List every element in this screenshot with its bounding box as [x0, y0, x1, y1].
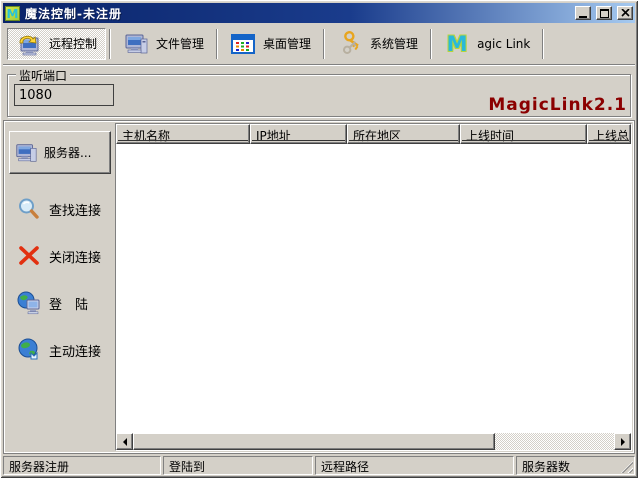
toolbar-separator: [216, 29, 218, 59]
sidebar-item-label: 主动连接: [49, 341, 101, 360]
status-panel-server-count: 服务器数: [516, 456, 635, 475]
top-panel: 监听端口 MagicLink2.1: [3, 65, 635, 120]
close-icon: [621, 9, 630, 17]
list-header: 主机名称 IP地址 所在地区 上线时间 上线总: [116, 124, 631, 144]
arrow-right-icon: [621, 438, 629, 446]
magic-link-icon: M: [444, 31, 470, 57]
titlebar[interactable]: M 魔法控制-未注册: [3, 3, 635, 23]
sidebar-item-login[interactable]: 登 陆: [17, 291, 115, 315]
toolbar-button-magic-link[interactable]: M agic Link: [435, 28, 539, 60]
scrollbar-thumb[interactable]: [133, 433, 495, 450]
sidebar-item-label: 查找连接: [49, 200, 101, 219]
minimize-button[interactable]: [575, 6, 591, 20]
sidebar-item-label: 关闭连接: [49, 247, 101, 266]
arrow-left-icon: [119, 438, 127, 446]
minimize-icon: [579, 16, 587, 18]
server-icon: [14, 141, 38, 165]
toolbar-button-label: 系统管理: [370, 35, 418, 52]
toolbar-button-desktop-manager[interactable]: 桌面管理: [221, 28, 320, 60]
horizontal-scrollbar[interactable]: [116, 433, 631, 450]
connection-list: 主机名称 IP地址 所在地区 上线时间 上线总: [115, 123, 632, 451]
column-header-online-time[interactable]: 上线时间: [460, 124, 587, 144]
active-connect-icon: [17, 338, 41, 362]
column-header-hostname[interactable]: 主机名称: [116, 124, 250, 144]
listen-port-label: 监听端口: [16, 67, 70, 84]
close-connection-icon: [17, 244, 41, 268]
scroll-right-button[interactable]: [614, 433, 631, 450]
toolbar-button-remote-control[interactable]: 远程控制: [7, 28, 106, 60]
toolbar-button-label: 桌面管理: [263, 35, 311, 52]
toolbar-button-file-manager[interactable]: 文件管理: [114, 28, 213, 60]
remote-control-icon: [16, 31, 42, 57]
toolbar-button-label: 文件管理: [156, 35, 204, 52]
status-panel-label: 服务器数: [522, 460, 570, 474]
status-bar: 服务器注册 登陆到 远程路径 服务器数: [3, 454, 635, 475]
system-manager-icon: [337, 31, 363, 57]
toolbar-separator: [430, 29, 432, 59]
list-body[interactable]: [116, 144, 631, 433]
status-panel-remote-path: 远程路径: [315, 456, 514, 475]
sidebar-item-close-connection[interactable]: 关闭连接: [17, 244, 115, 268]
sidebar-item-label: 服务器...: [44, 144, 91, 161]
toolbar-button-label: agic Link: [477, 37, 530, 51]
window-title: 魔法控制-未注册: [23, 5, 570, 22]
brand-text: MagicLink2.1: [488, 95, 627, 115]
file-manager-icon: [123, 31, 149, 57]
column-header-region[interactable]: 所在地区: [347, 124, 460, 144]
status-panel-server-register: 服务器注册: [3, 456, 161, 475]
main-toolbar: 远程控制 文件管理 桌面管理: [3, 23, 635, 65]
toolbar-separator: [323, 29, 325, 59]
sidebar-item-find-connection[interactable]: 查找连接: [17, 197, 115, 221]
close-button[interactable]: [617, 6, 633, 20]
scrollbar-track[interactable]: [495, 433, 614, 450]
desktop-manager-icon: [230, 31, 256, 57]
sidebar: 服务器... 查找连接 关闭连接: [5, 122, 115, 452]
toolbar-separator: [542, 29, 544, 59]
toolbar-button-label: 远程控制: [49, 35, 97, 52]
app-icon: M: [5, 6, 20, 21]
resize-grip[interactable]: [621, 461, 633, 473]
main-area: 服务器... 查找连接 关闭连接: [3, 120, 635, 454]
column-header-online-total[interactable]: 上线总: [587, 124, 631, 144]
maximize-button[interactable]: [596, 6, 612, 20]
status-panel-login-to: 登陆到: [163, 456, 313, 475]
toolbar-separator: [109, 29, 111, 59]
scroll-left-button[interactable]: [116, 433, 133, 450]
toolbar-button-system-manager[interactable]: 系统管理: [328, 28, 427, 60]
search-icon: [17, 197, 41, 221]
sidebar-item-active-connect[interactable]: 主动连接: [17, 338, 115, 362]
maximize-icon: [600, 9, 609, 18]
listen-port-input[interactable]: [14, 84, 114, 106]
sidebar-item-label: 登 陆: [49, 294, 88, 313]
sidebar-item-server[interactable]: 服务器...: [9, 131, 111, 174]
column-header-ip[interactable]: IP地址: [250, 124, 347, 144]
app-window: M 魔法控制-未注册 远程控制: [0, 0, 638, 478]
login-icon: [17, 291, 41, 315]
